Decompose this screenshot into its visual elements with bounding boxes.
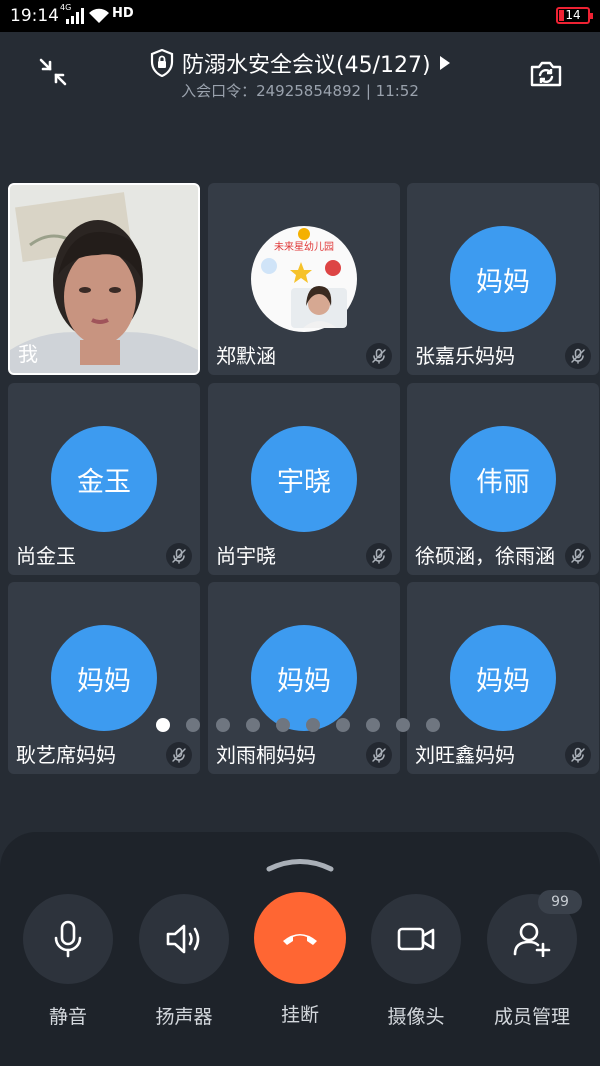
participant-avatar: 伟丽 [450, 426, 556, 532]
kindergarten-logo-text: 未来星幼儿园 [274, 240, 334, 253]
page-dot[interactable] [306, 718, 320, 732]
participant-name: 刘雨桐妈妈 [216, 743, 316, 767]
page-dot[interactable] [276, 718, 290, 732]
participant-tile[interactable]: 妈妈 张嘉乐妈妈 [407, 183, 599, 375]
expand-handle-icon[interactable] [266, 854, 334, 872]
participant-name: 徐硕涵，徐雨涵 [415, 544, 555, 568]
mic-muted-icon [366, 742, 392, 768]
wifi-icon [89, 8, 109, 23]
status-time: 19:14 [10, 6, 59, 26]
speaker-icon [166, 924, 200, 954]
microphone-icon [54, 920, 82, 958]
participant-avatar: 金玉 [51, 426, 157, 532]
signal-icon [66, 8, 84, 24]
participant-avatar: 妈妈 [450, 226, 556, 332]
meeting-subtitle: 入会口令：24925854892 | 11:52 [181, 82, 419, 100]
participant-name: 尚宇晓 [216, 544, 276, 568]
members-button[interactable]: 成员管理 [482, 894, 582, 1029]
speaker-button[interactable]: 扬声器 [134, 894, 234, 1029]
speaker-label: 扬声器 [155, 1006, 213, 1028]
participant-tile[interactable]: 伟丽 徐硕涵，徐雨涵 [407, 383, 599, 575]
add-member-icon [513, 922, 551, 957]
mic-muted-icon [366, 343, 392, 369]
battery-level: 14 [565, 8, 581, 22]
participant-tile[interactable]: 未来星幼儿园 郑默涵 [208, 183, 400, 375]
meeting-title: 防溺水安全会议(45/127) [182, 53, 431, 78]
hangup-label: 挂断 [280, 1004, 319, 1026]
participant-avatar: 妈妈 [51, 625, 157, 731]
hangup-button[interactable]: 挂断 [250, 892, 350, 1027]
page-dot-active[interactable] [156, 718, 170, 732]
participant-tile[interactable]: 妈妈 耿艺席妈妈 [8, 582, 200, 774]
page-dot[interactable] [366, 718, 380, 732]
participant-tile[interactable]: 宇晓 尚宇晓 [208, 383, 400, 575]
camera-label: 摄像头 [387, 1006, 445, 1028]
camera-button[interactable]: 摄像头 [366, 894, 466, 1029]
status-bar: 19:14 4G HD 14 [0, 0, 600, 32]
page-dot[interactable] [336, 718, 350, 732]
page-dot[interactable] [186, 718, 200, 732]
page-dot[interactable] [246, 718, 260, 732]
meeting-title-bar[interactable]: 防溺水安全会议(45/127) [150, 48, 451, 78]
mute-label: 静音 [48, 1006, 87, 1028]
switch-camera-button[interactable] [524, 52, 568, 96]
mute-button[interactable]: 静音 [18, 894, 118, 1029]
members-count-badge: 99 [538, 890, 582, 914]
video-camera-icon [397, 927, 435, 951]
page-dot[interactable] [396, 718, 410, 732]
mic-muted-icon [166, 742, 192, 768]
mic-muted-icon [565, 343, 591, 369]
participant-name: 郑默涵 [216, 344, 276, 368]
page-dot[interactable] [216, 718, 230, 732]
self-video-preview [10, 185, 198, 373]
camera-switch-icon [530, 61, 562, 87]
participant-name: 尚金玉 [16, 544, 76, 568]
control-panel: 静音 扬声器 挂断 摄像头 成员管理 99 [0, 832, 600, 1066]
members-label: 成员管理 [493, 1006, 570, 1028]
participant-tile[interactable]: 妈妈 刘旺鑫妈妈 [407, 582, 599, 774]
participant-tile[interactable]: 妈妈 刘雨桐妈妈 [208, 582, 400, 774]
participant-avatar-image: 未来星幼儿园 [251, 226, 357, 332]
mic-muted-icon [166, 543, 192, 569]
participant-name: 张嘉乐妈妈 [415, 344, 515, 368]
participant-tile[interactable]: 金玉 尚金玉 [8, 383, 200, 575]
battery-icon: 14 [556, 7, 593, 24]
page-dot[interactable] [426, 718, 440, 732]
participant-name: 耿艺席妈妈 [16, 743, 116, 767]
mic-muted-icon [366, 543, 392, 569]
mic-muted-icon [565, 543, 591, 569]
mic-muted-icon [565, 742, 591, 768]
participant-avatar: 妈妈 [450, 625, 556, 731]
page-indicator[interactable] [156, 718, 440, 732]
play-arrow-icon [439, 56, 450, 70]
participant-tile-self[interactable]: 我 [8, 183, 200, 375]
participant-name: 刘旺鑫妈妈 [415, 743, 515, 767]
participant-avatar: 妈妈 [251, 625, 357, 731]
hd-indicator: HD [112, 6, 134, 21]
hangup-phone-icon [283, 934, 317, 945]
participant-name: 我 [18, 342, 38, 366]
shield-lock-icon [150, 49, 174, 77]
participant-avatar: 宇晓 [251, 426, 357, 532]
